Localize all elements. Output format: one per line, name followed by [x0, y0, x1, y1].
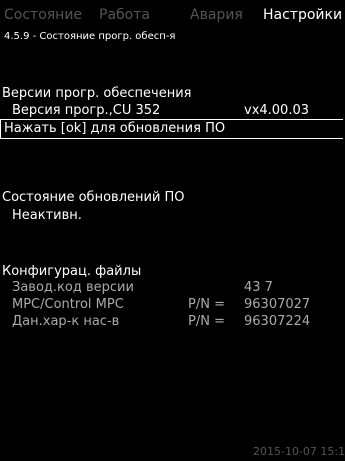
software-version-label: Версия прогр.,CU 352: [12, 103, 161, 118]
config-row-value: 43 7: [244, 280, 273, 295]
tab-settings[interactable]: Настройки: [263, 6, 342, 24]
tab-alarm[interactable]: Авария: [190, 6, 243, 24]
config-row-label: Завод.код версии: [12, 280, 134, 295]
config-row-label: Дан.хар-к нас-в: [12, 314, 120, 329]
update-status-value: Неактивн.: [12, 208, 82, 223]
software-version-value: vx4.00.03: [244, 103, 310, 118]
update-software-label: Нажать [ok] для обновления ПО: [4, 121, 226, 136]
config-row-value: 96307224: [244, 314, 311, 329]
config-row-prefix: P/N =: [188, 314, 225, 329]
update-status-heading: Состояние обновлений ПО: [2, 190, 185, 205]
config-row-label: MPC/Control MPC: [12, 297, 124, 312]
breadcrumb: 4.5.9 - Состояние прогр. обесп-я: [4, 31, 176, 42]
config-row-value: 96307027: [244, 297, 311, 312]
tab-bar: Состояние Работа Авария Настройки: [0, 0, 345, 28]
config-row-prefix: P/N =: [188, 297, 225, 312]
tab-status[interactable]: Состояние: [4, 6, 82, 24]
update-software-button[interactable]: Нажать [ok] для обновления ПО: [0, 119, 343, 139]
footer-datetime: 2015-10-07 15:10: [253, 445, 345, 458]
software-versions-heading: Версии прогр. обеспечения: [2, 86, 192, 101]
config-files-heading: Конфигурац. файлы: [2, 264, 142, 279]
tab-operation[interactable]: Работа: [99, 6, 150, 24]
